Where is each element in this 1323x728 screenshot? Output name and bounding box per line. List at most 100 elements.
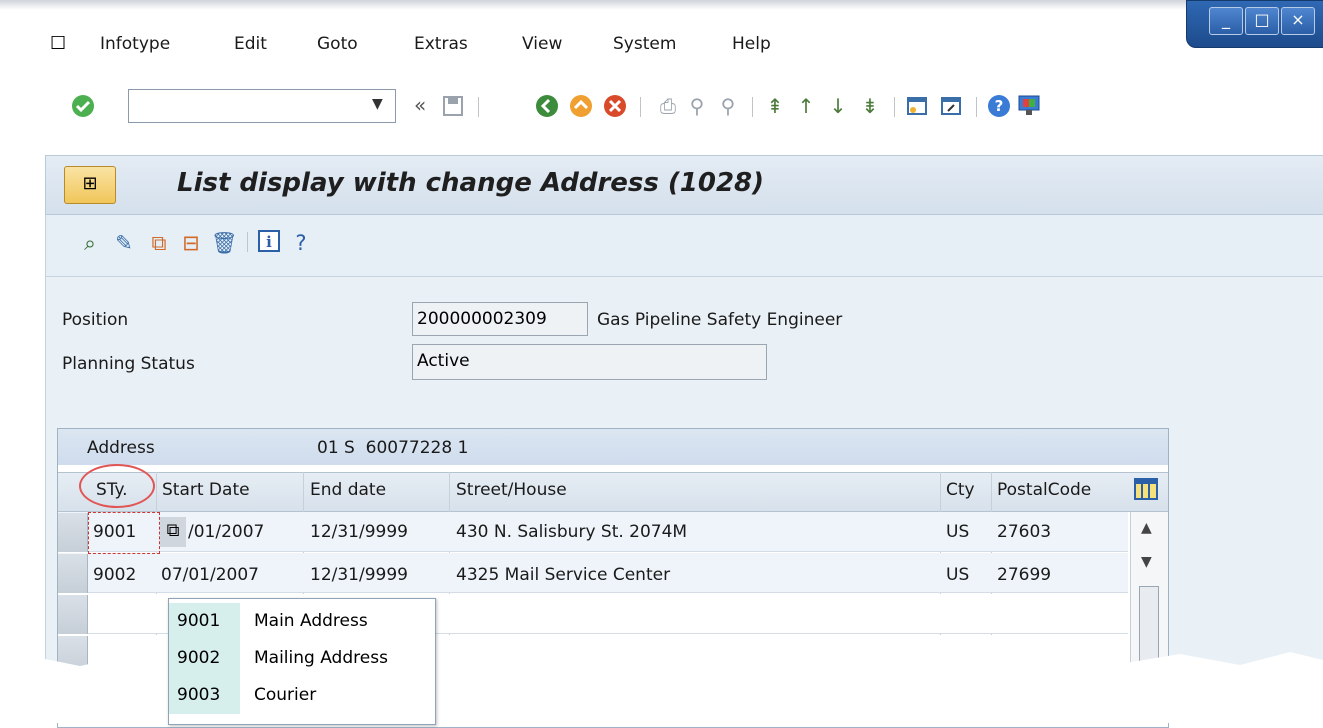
chevron-down-icon[interactable]: ▼ bbox=[372, 96, 383, 112]
menu-label: Goto bbox=[317, 34, 358, 54]
row-selector[interactable] bbox=[58, 595, 88, 634]
next-page-icon[interactable]: ↓ bbox=[825, 93, 851, 119]
menu-label: System bbox=[613, 34, 677, 54]
info-icon-svg: i bbox=[258, 230, 280, 252]
cell-street[interactable]: 430 N. Salisbury St. 2074M bbox=[456, 522, 687, 542]
menu-label: Extras bbox=[414, 34, 468, 54]
cell-postal[interactable]: 27603 bbox=[997, 522, 1051, 542]
cell-postal[interactable]: 27699 bbox=[997, 565, 1051, 585]
minimize-icon: _ bbox=[1222, 10, 1230, 29]
separator bbox=[247, 232, 248, 252]
new-session-icon-svg bbox=[907, 97, 927, 115]
address-key: 01 S 60077228 1 bbox=[317, 438, 469, 458]
highlight-circle bbox=[79, 464, 155, 508]
prev-page-icon[interactable]: ↑ bbox=[793, 93, 819, 119]
shortcut-icon[interactable] bbox=[938, 93, 964, 119]
row-selector[interactable] bbox=[58, 554, 88, 593]
back-icon[interactable] bbox=[534, 93, 560, 119]
col-header-postal[interactable]: PostalCode bbox=[997, 480, 1091, 500]
copy-icon[interactable]: ⧉ bbox=[146, 230, 172, 256]
close-icon: × bbox=[1291, 10, 1305, 29]
scroll-down-icon[interactable]: ▼ bbox=[1141, 554, 1152, 570]
col-header-cty[interactable]: Cty bbox=[946, 480, 975, 500]
cell-end-date[interactable]: 12/31/9999 bbox=[310, 565, 408, 585]
menu-label: Help bbox=[732, 34, 771, 54]
f4-help-icon[interactable]: ⧉ bbox=[160, 517, 186, 547]
menu-extras[interactable]: Extras bbox=[414, 34, 468, 54]
find-next-icon[interactable]: ⚲ bbox=[715, 93, 741, 119]
menu-label: View bbox=[522, 34, 563, 54]
delete-icon[interactable]: 🗑 bbox=[211, 230, 238, 256]
popup-value: Courier bbox=[254, 685, 317, 705]
delimit-icon[interactable]: ⊟ bbox=[178, 230, 204, 256]
menu-goto[interactable]: Goto bbox=[317, 34, 358, 54]
focus-indicator bbox=[88, 512, 160, 554]
col-header-street[interactable]: Street/House bbox=[456, 480, 567, 500]
scroll-up-icon[interactable]: ▲ bbox=[1141, 520, 1152, 536]
svg-text:i: i bbox=[266, 233, 272, 251]
cancel-icon-svg bbox=[604, 95, 626, 117]
menu-view[interactable]: View bbox=[522, 34, 562, 54]
separator bbox=[478, 97, 479, 117]
cell-cty[interactable]: US bbox=[946, 522, 969, 542]
popup-key: 9002 bbox=[169, 640, 240, 677]
cell-start-date[interactable]: /01/2007 bbox=[188, 522, 264, 542]
address-label: Address bbox=[87, 438, 155, 458]
help-icon-svg: ? bbox=[988, 95, 1010, 117]
menu-edit[interactable]: Edit bbox=[234, 34, 267, 54]
col-header-end-date[interactable]: End date bbox=[310, 480, 386, 500]
menu-help[interactable]: Help bbox=[732, 34, 771, 54]
popup-item[interactable]: 9001 Main Address bbox=[169, 603, 433, 640]
new-session-icon[interactable] bbox=[904, 93, 930, 119]
separator bbox=[894, 97, 895, 117]
menu-label: Infotype bbox=[100, 34, 171, 54]
close-button[interactable]: × bbox=[1281, 7, 1315, 35]
separator bbox=[752, 97, 753, 117]
help-query-icon[interactable]: ? bbox=[288, 230, 314, 256]
command-field[interactable] bbox=[128, 89, 396, 123]
top-shadow bbox=[0, 0, 1323, 10]
enter-icon[interactable] bbox=[70, 93, 96, 119]
back-icon-svg bbox=[536, 95, 558, 117]
cell-start-date[interactable]: 07/01/2007 bbox=[161, 565, 259, 585]
menu-tree-icon[interactable]: ⊞ bbox=[64, 166, 116, 204]
prev-symbol: « bbox=[414, 93, 427, 117]
col-header-start-date[interactable]: Start Date bbox=[162, 480, 250, 500]
save-icon[interactable] bbox=[440, 93, 466, 119]
cell-end-date[interactable]: 12/31/9999 bbox=[310, 522, 408, 542]
enter-icon-svg bbox=[72, 95, 94, 117]
table-settings-icon[interactable] bbox=[1134, 478, 1158, 500]
position-value: 200000002309 bbox=[417, 309, 547, 329]
menu-infotype[interactable]: Infotype bbox=[100, 34, 170, 54]
planning-status-label: Planning Status bbox=[62, 354, 195, 374]
find-icon[interactable]: ⚲ bbox=[684, 93, 710, 119]
popup-item[interactable]: 9002 Mailing Address bbox=[169, 640, 433, 677]
change-icon[interactable]: ✎ bbox=[111, 230, 137, 256]
info-icon[interactable]: i bbox=[256, 230, 282, 256]
planning-status-field[interactable]: Active bbox=[412, 344, 767, 380]
cancel-icon[interactable] bbox=[602, 93, 628, 119]
minimize-button[interactable]: _ bbox=[1209, 7, 1243, 35]
popup-key: 9001 bbox=[169, 603, 240, 640]
popup-item[interactable]: 9003 Courier bbox=[169, 677, 433, 714]
row-selector[interactable] bbox=[58, 513, 88, 552]
help-icon[interactable]: ? bbox=[986, 93, 1012, 119]
maximize-button[interactable]: □ bbox=[1245, 7, 1279, 35]
value-help-popup: 9001 Main Address 9002 Mailing Address 9… bbox=[168, 598, 436, 725]
menu-system[interactable]: System bbox=[613, 34, 676, 54]
display-icon[interactable]: ⌕ bbox=[77, 230, 103, 256]
position-field[interactable]: 200000002309 bbox=[412, 302, 588, 336]
prev-history-icon[interactable]: « bbox=[414, 93, 426, 117]
popup-key: 9003 bbox=[169, 677, 240, 714]
cell-sty[interactable]: 9002 bbox=[93, 565, 136, 585]
cell-street[interactable]: 4325 Mail Service Center bbox=[456, 565, 670, 585]
last-page-icon[interactable]: ⇟ bbox=[857, 93, 883, 119]
first-page-icon[interactable]: ⇞ bbox=[762, 93, 788, 119]
print-icon[interactable]: ⎙ bbox=[655, 93, 681, 119]
save-icon-svg bbox=[443, 96, 463, 116]
cell-cty[interactable]: US bbox=[946, 565, 969, 585]
exit-icon[interactable] bbox=[568, 93, 594, 119]
menu-toggle-icon[interactable]: ☐ bbox=[50, 33, 66, 54]
page-title: List display with change Address (1028) bbox=[177, 168, 765, 198]
customize-layout-icon[interactable] bbox=[1016, 93, 1042, 119]
